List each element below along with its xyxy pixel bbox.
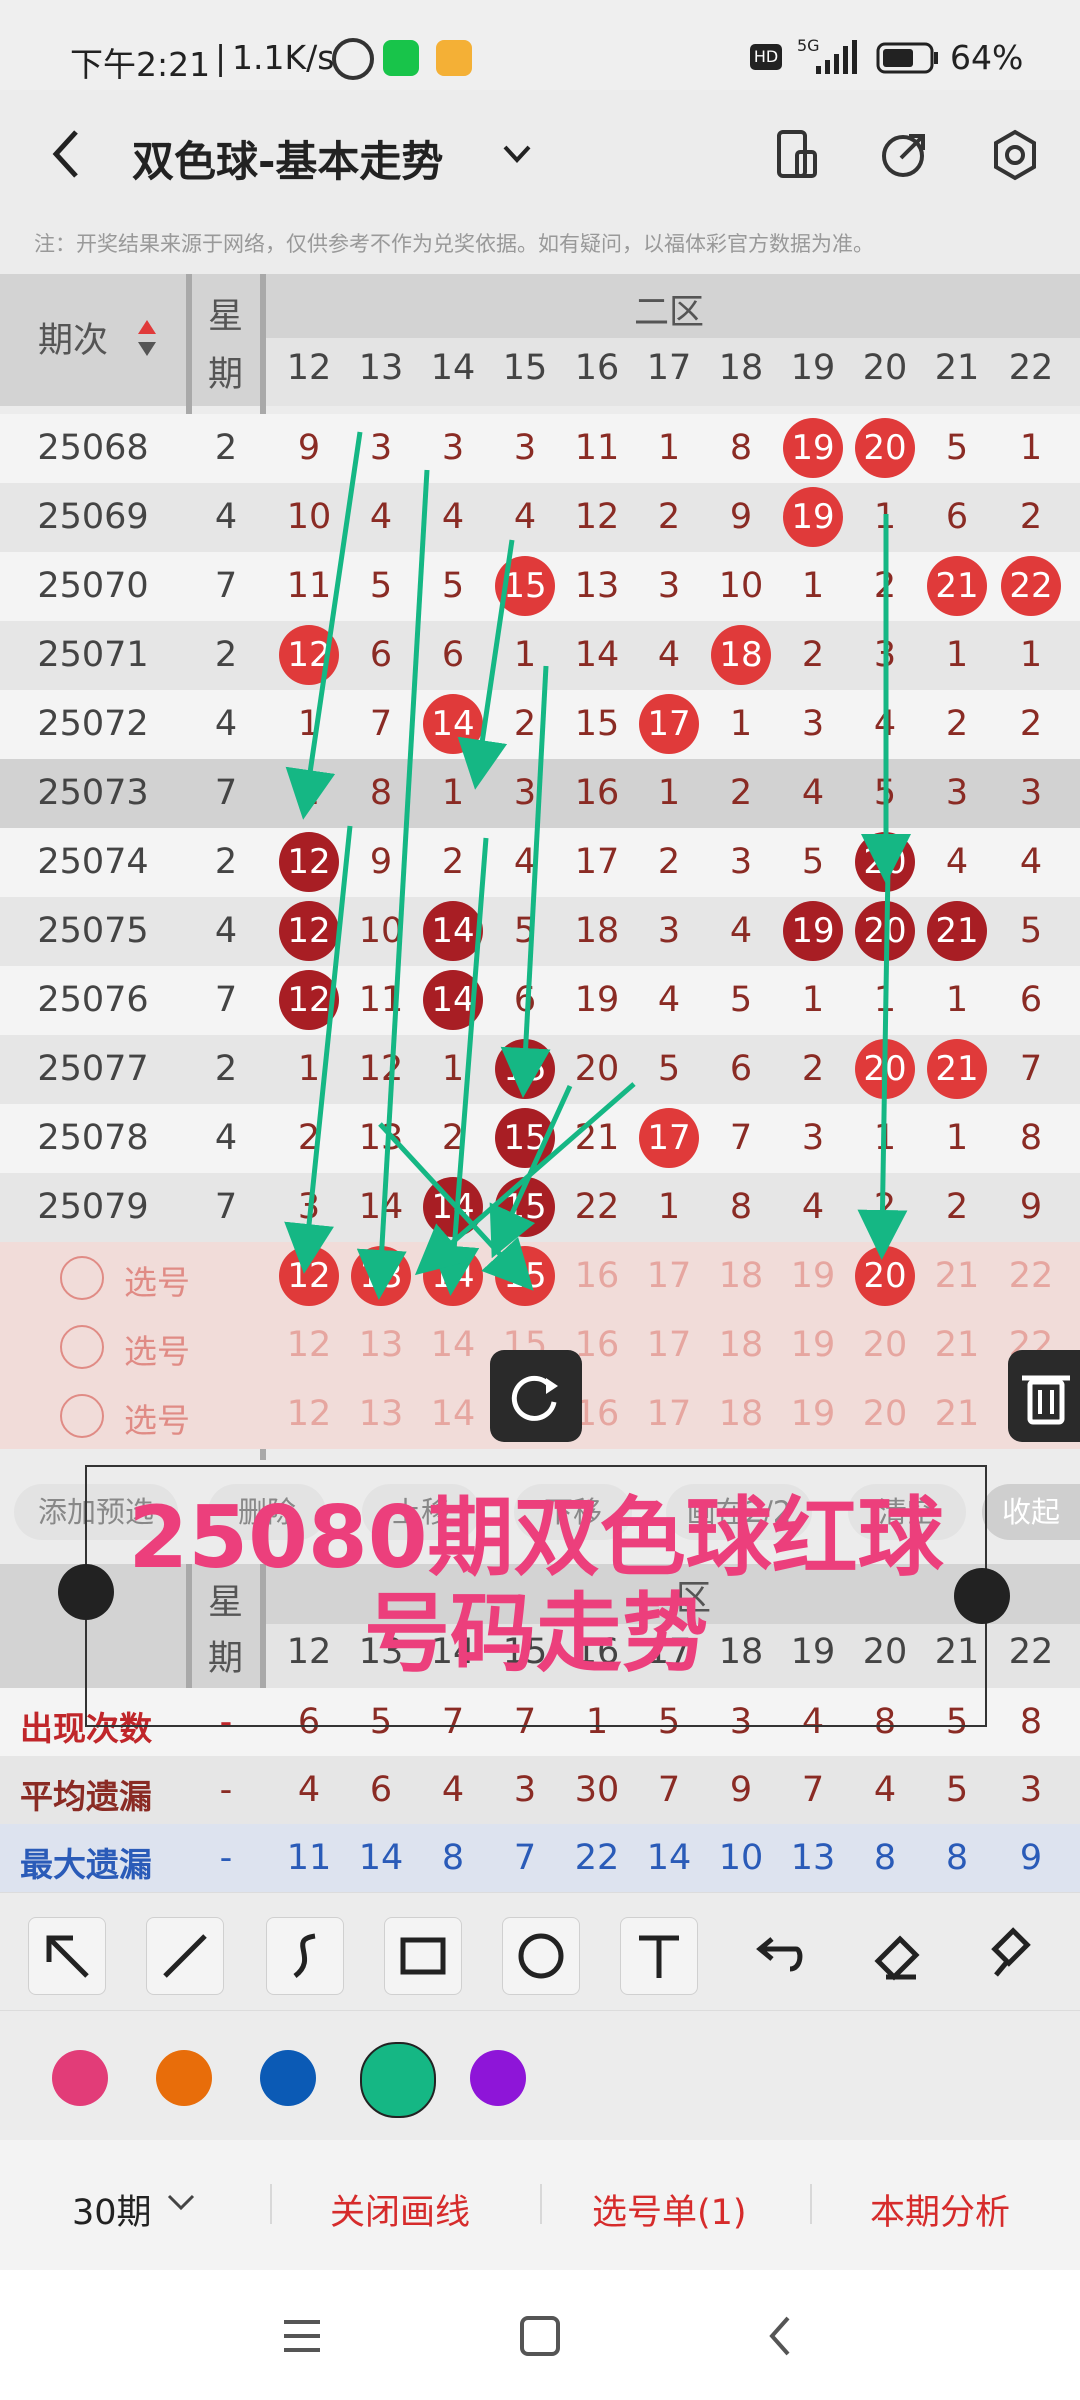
rotate-icon <box>511 1375 558 1421</box>
divider <box>810 2184 812 2224</box>
arrow-tool-icon <box>46 1935 89 1978</box>
period-analysis-button[interactable]: 本期分析 <box>870 2184 1010 2235</box>
chevron-down-icon[interactable] <box>166 2192 196 2214</box>
rotate-button[interactable] <box>490 1350 582 1442</box>
undo-icon[interactable] <box>740 1917 816 1993</box>
divider <box>270 2184 272 2224</box>
period-select[interactable]: 30期 <box>72 2184 152 2235</box>
eraser-icon[interactable] <box>858 1917 934 1993</box>
trend-arrows <box>284 431 911 1300</box>
annotation-line-1: 25080期双色球红球 <box>128 1488 944 1588</box>
freehand-tool[interactable] <box>266 1917 344 1995</box>
line-tool-icon <box>163 1934 207 1978</box>
trash-icon <box>1022 1375 1070 1425</box>
brush-clear-icon[interactable] <box>976 1917 1052 1993</box>
color-swatch[interactable] <box>360 2042 436 2118</box>
color-swatch[interactable] <box>52 2050 108 2106</box>
home-icon[interactable] <box>518 2314 562 2358</box>
text-tool-icon <box>639 1935 679 1978</box>
freehand-tool-icon <box>293 1933 316 1978</box>
delete-annotation-button[interactable] <box>1008 1350 1080 1442</box>
color-swatch[interactable] <box>470 2050 526 2106</box>
bottom-bar: 30期 关闭画线 选号单(1) 本期分析 <box>0 2140 1080 2270</box>
selection-list-button[interactable]: 选号单(1) <box>592 2184 747 2235</box>
close-drawing-button[interactable]: 关闭画线 <box>330 2184 470 2235</box>
circle-tool-icon <box>518 1933 564 1979</box>
line-tool[interactable] <box>146 1917 224 1995</box>
back-nav-icon[interactable] <box>760 2314 804 2358</box>
rectangle-tool-icon <box>400 1937 446 1975</box>
annotation-line-2: 号码走势 <box>364 1584 708 1684</box>
divider <box>540 2184 542 2224</box>
menu-icon[interactable] <box>280 2314 324 2358</box>
arrow-tool[interactable] <box>28 1917 106 1995</box>
rectangle-tool[interactable] <box>384 1917 462 1995</box>
system-nav-bar <box>0 2270 1080 2400</box>
circle-tool[interactable] <box>502 1917 580 1995</box>
text-tool[interactable] <box>620 1917 698 1995</box>
color-swatch[interactable] <box>260 2050 316 2106</box>
color-swatch[interactable] <box>156 2050 212 2106</box>
